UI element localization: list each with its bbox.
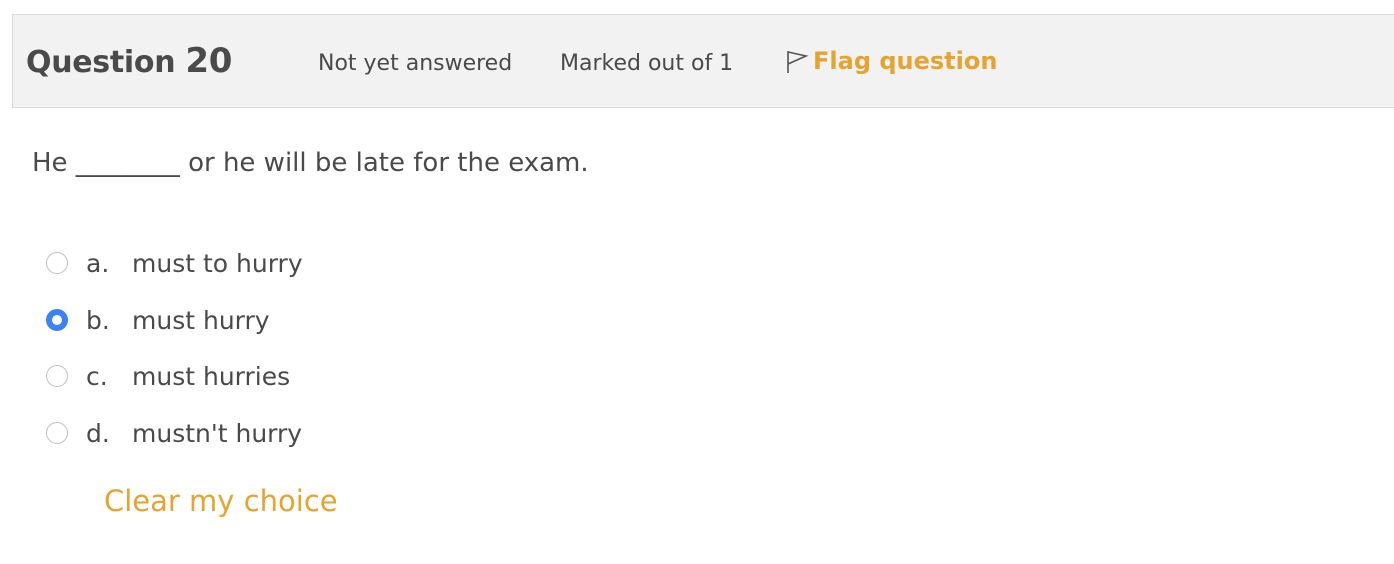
question-header: Question 20 Not yet answered Marked out … xyxy=(12,14,1394,108)
option-text: mustn't hurry xyxy=(132,418,303,448)
option-letter: d. xyxy=(86,418,110,448)
option-text: must to hurry xyxy=(132,248,303,278)
radio-option-a[interactable] xyxy=(46,252,68,274)
answer-option-b[interactable]: b. must hurry xyxy=(46,305,270,335)
question-title: Question 20 xyxy=(26,41,232,81)
option-text: must hurry xyxy=(132,305,270,335)
option-letter: a. xyxy=(86,248,110,278)
question-text: He ________ or he will be late for the e… xyxy=(32,148,589,178)
question-grade: Marked out of 1 xyxy=(560,51,734,76)
radio-option-d[interactable] xyxy=(46,422,68,444)
radio-option-b[interactable] xyxy=(46,309,68,331)
answer-option-c[interactable]: c. must hurries xyxy=(46,361,290,391)
clear-my-choice-link[interactable]: Clear my choice xyxy=(104,484,338,518)
answer-option-a[interactable]: a. must to hurry xyxy=(46,248,303,278)
question-title-prefix: Question xyxy=(26,45,176,80)
radio-option-c[interactable] xyxy=(46,365,68,387)
flag-question-link[interactable]: Flag question xyxy=(785,47,997,75)
question-state: Not yet answered xyxy=(318,51,513,76)
flag-question-label: Flag question xyxy=(813,47,998,75)
flag-icon xyxy=(785,47,809,75)
option-letter: b. xyxy=(86,305,110,335)
option-text: must hurries xyxy=(132,361,291,391)
answer-option-d[interactable]: d. mustn't hurry xyxy=(46,418,302,448)
question-number: 20 xyxy=(185,41,233,81)
option-letter: c. xyxy=(86,361,108,391)
